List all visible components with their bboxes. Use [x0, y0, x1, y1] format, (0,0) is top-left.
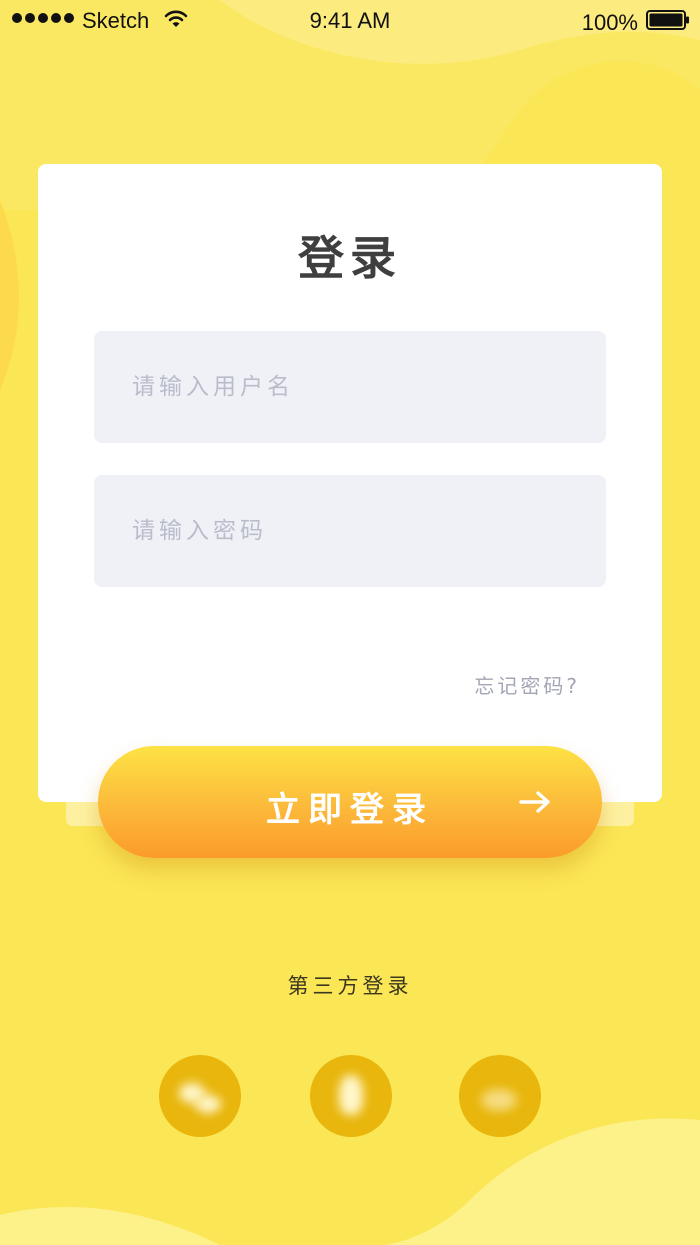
wechat-icon[interactable] [159, 1055, 241, 1137]
password-input[interactable] [94, 475, 606, 587]
battery-icon [646, 10, 689, 30]
arrow-right-icon [519, 791, 550, 813]
login-button[interactable]: 立即登录 [98, 746, 602, 858]
page-title: 登录 [298, 231, 402, 285]
username-input[interactable] [94, 331, 606, 443]
status-bar: Sketch 9:41 AM 100% [0, 0, 700, 42]
qq-icon[interactable] [310, 1055, 392, 1137]
weibo-icon[interactable] [459, 1055, 541, 1137]
battery-percent: 100% [581, 10, 638, 35]
forgot-password-link[interactable]: 忘记密码? [474, 670, 580, 699]
third-party-title: 第三方登录 [287, 974, 413, 998]
